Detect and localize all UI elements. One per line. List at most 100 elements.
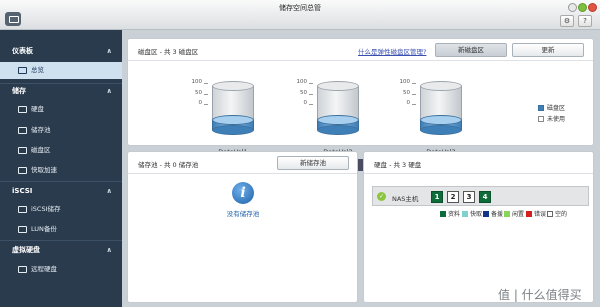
sidebar-item-cache-acceleration[interactable]: 快取加速 (0, 162, 122, 179)
nas-host-row[interactable]: ✓ NAS主机 1234 (372, 186, 589, 206)
cache-icon (18, 167, 27, 174)
sidebar-section-iscsi[interactable]: iSCSI ∧ (0, 183, 122, 199)
volumes-panel-header: 磁盘区 - 共 3 磁盘区 什么是弹性磁盘区管理? 新磁盘区 更新 (128, 39, 593, 61)
watermark: 值 | 什么值得买 (498, 288, 582, 302)
sidebar-item-volumes[interactable]: 磁盘区 (0, 142, 122, 159)
volumes-panel: 磁盘区 - 共 3 磁盘区 什么是弹性磁盘区管理? 新磁盘区 更新 100 50 0… (127, 38, 594, 171)
sidebar-item-overview[interactable]: 总览 (0, 62, 122, 79)
sidebar-item-label: 快取加速 (31, 166, 57, 174)
iscsi-icon (18, 206, 27, 213)
divider (0, 240, 122, 241)
axis-tick-label: 50 (300, 90, 307, 96)
chevron-up-icon: ∧ (106, 187, 112, 195)
disk-legend-item: 错误 (526, 209, 546, 218)
disks-panel-title: 硬盘 - 共 3 硬盘 (374, 161, 422, 169)
elastic-volume-help-link[interactable]: 什么是弹性磁盘区管理? (358, 46, 426, 56)
legend-label: 未使用 (547, 116, 566, 123)
cylinder-bottom (420, 125, 462, 135)
sidebar-section-virtual-disk[interactable]: 虚拟硬盘 ∧ (0, 242, 122, 258)
maximize-button[interactable] (578, 3, 587, 12)
legend-item-unused: 未使用 (538, 114, 565, 123)
nas-host-label: NAS主机 (392, 195, 419, 203)
disk-slot-1[interactable]: 1 (431, 191, 443, 203)
legend-swatch (538, 105, 544, 111)
disk-slot-3[interactable]: 3 (463, 191, 475, 203)
new-volume-button[interactable]: 新磁盘区 (435, 43, 507, 57)
axis-tick (309, 104, 313, 105)
cylinder-fill-surface (420, 115, 462, 125)
chevron-up-icon: ∧ (106, 47, 112, 55)
sidebar: 仪表板 ∧ 总览 储存 ∧ 硬盘 储存池 磁盘区 快取加速 iSCSI ∧ iS… (0, 30, 122, 307)
axis-tick-label: 50 (195, 90, 202, 96)
sidebar-item-remote-disk[interactable]: 远程硬盘 (0, 261, 122, 278)
volume-legend: 磁盘区 未使用 (538, 103, 565, 123)
storage-pools-panel-header: 储存池 - 共 0 储存池 新储存池 (128, 152, 357, 174)
legend-label: 空的 (555, 211, 568, 218)
remote-disk-icon (18, 266, 27, 273)
axis-tick (309, 94, 313, 95)
volume-usage-cylinder (317, 81, 359, 135)
axis-tick (309, 83, 313, 84)
sidebar-item-storage-pools[interactable]: 储存池 (0, 122, 122, 139)
sidebar-item-lun-backup[interactable]: LUN备份 (0, 221, 122, 238)
sidebar-item-label: 储存池 (31, 126, 51, 134)
settings-button[interactable]: ⚙ (560, 15, 574, 27)
cylinder-bottom (317, 125, 359, 135)
axis-tick (204, 104, 208, 105)
axis-tick-label: 0 (303, 100, 308, 106)
storage-pools-panel: 储存池 - 共 0 储存池 新储存池 (127, 151, 358, 303)
axis-tick-label: 100 (296, 79, 308, 85)
sidebar-item-label: LUN备份 (31, 225, 57, 233)
disk-slot-4[interactable]: 4 (479, 191, 491, 203)
sidebar-section-storage[interactable]: 储存 ∧ (0, 83, 122, 99)
storage-pools-panel-title: 储存池 - 共 0 储存池 (138, 161, 199, 169)
status-ok-icon: ✓ (377, 192, 386, 201)
sidebar-item-label: 磁盘区 (31, 146, 51, 154)
legend-swatch (504, 211, 510, 217)
minimize-button[interactable] (568, 3, 577, 12)
volume-usage-cylinder (212, 81, 254, 135)
disks-panel: 硬盘 - 共 3 硬盘 (363, 151, 594, 303)
legend-label: 磁盘区 (547, 105, 566, 112)
disk-legend-item: 快取 (462, 209, 482, 218)
storage-manager-app-icon (5, 12, 21, 26)
legend-label: 快取 (470, 211, 483, 218)
axis-tick-label: 100 (191, 79, 203, 85)
storage-pool-icon (18, 127, 27, 134)
axis-tick-label: 100 (399, 79, 411, 85)
legend-swatch (547, 211, 553, 217)
sidebar-item-disks[interactable]: 硬盘 (0, 101, 122, 118)
cylinder-bottom (212, 125, 254, 135)
sidebar-section-label: 储存 (12, 87, 26, 95)
lun-backup-icon (18, 226, 27, 233)
sidebar-item-label: 远程硬盘 (31, 265, 57, 273)
volumes-panel-title: 磁盘区 - 共 3 磁盘区 (138, 48, 199, 56)
disk-legend-item: 资料 (440, 209, 460, 218)
refresh-button[interactable]: 更新 (512, 43, 584, 57)
disk-legend-item: 闲置 (504, 209, 524, 218)
disk-slot-2[interactable]: 2 (447, 191, 459, 203)
gear-icon: ⚙ (563, 17, 571, 25)
help-button[interactable]: ? (578, 15, 592, 27)
divider (0, 181, 122, 182)
sidebar-item-iscsi-storage[interactable]: iSCSI储存 (0, 201, 122, 218)
title-bar: 储存空间总管 ⚙ ? (0, 0, 600, 30)
disk-legend-item: 空的 (547, 209, 567, 218)
window-title: 储存空间总管 (279, 4, 321, 12)
close-button[interactable] (588, 3, 597, 12)
axis-tick-label: 0 (406, 100, 411, 106)
sidebar-section-dashboard[interactable]: 仪表板 ∧ (0, 43, 122, 59)
new-storage-pool-button[interactable]: 新储存池 (277, 156, 349, 170)
legend-swatch (462, 211, 468, 217)
legend-swatch (538, 116, 544, 122)
axis-tick (412, 94, 416, 95)
sidebar-section-label: 仪表板 (12, 47, 33, 55)
cylinder-top (420, 81, 462, 91)
sidebar-section-label: 虚拟硬盘 (12, 246, 40, 254)
cylinder-fill-surface (317, 115, 359, 125)
overview-icon (18, 67, 27, 74)
sidebar-item-label: 硬盘 (31, 105, 44, 113)
help-icon: ? (583, 17, 587, 25)
sidebar-item-label: 总览 (31, 66, 44, 74)
chevron-up-icon: ∧ (106, 87, 112, 95)
